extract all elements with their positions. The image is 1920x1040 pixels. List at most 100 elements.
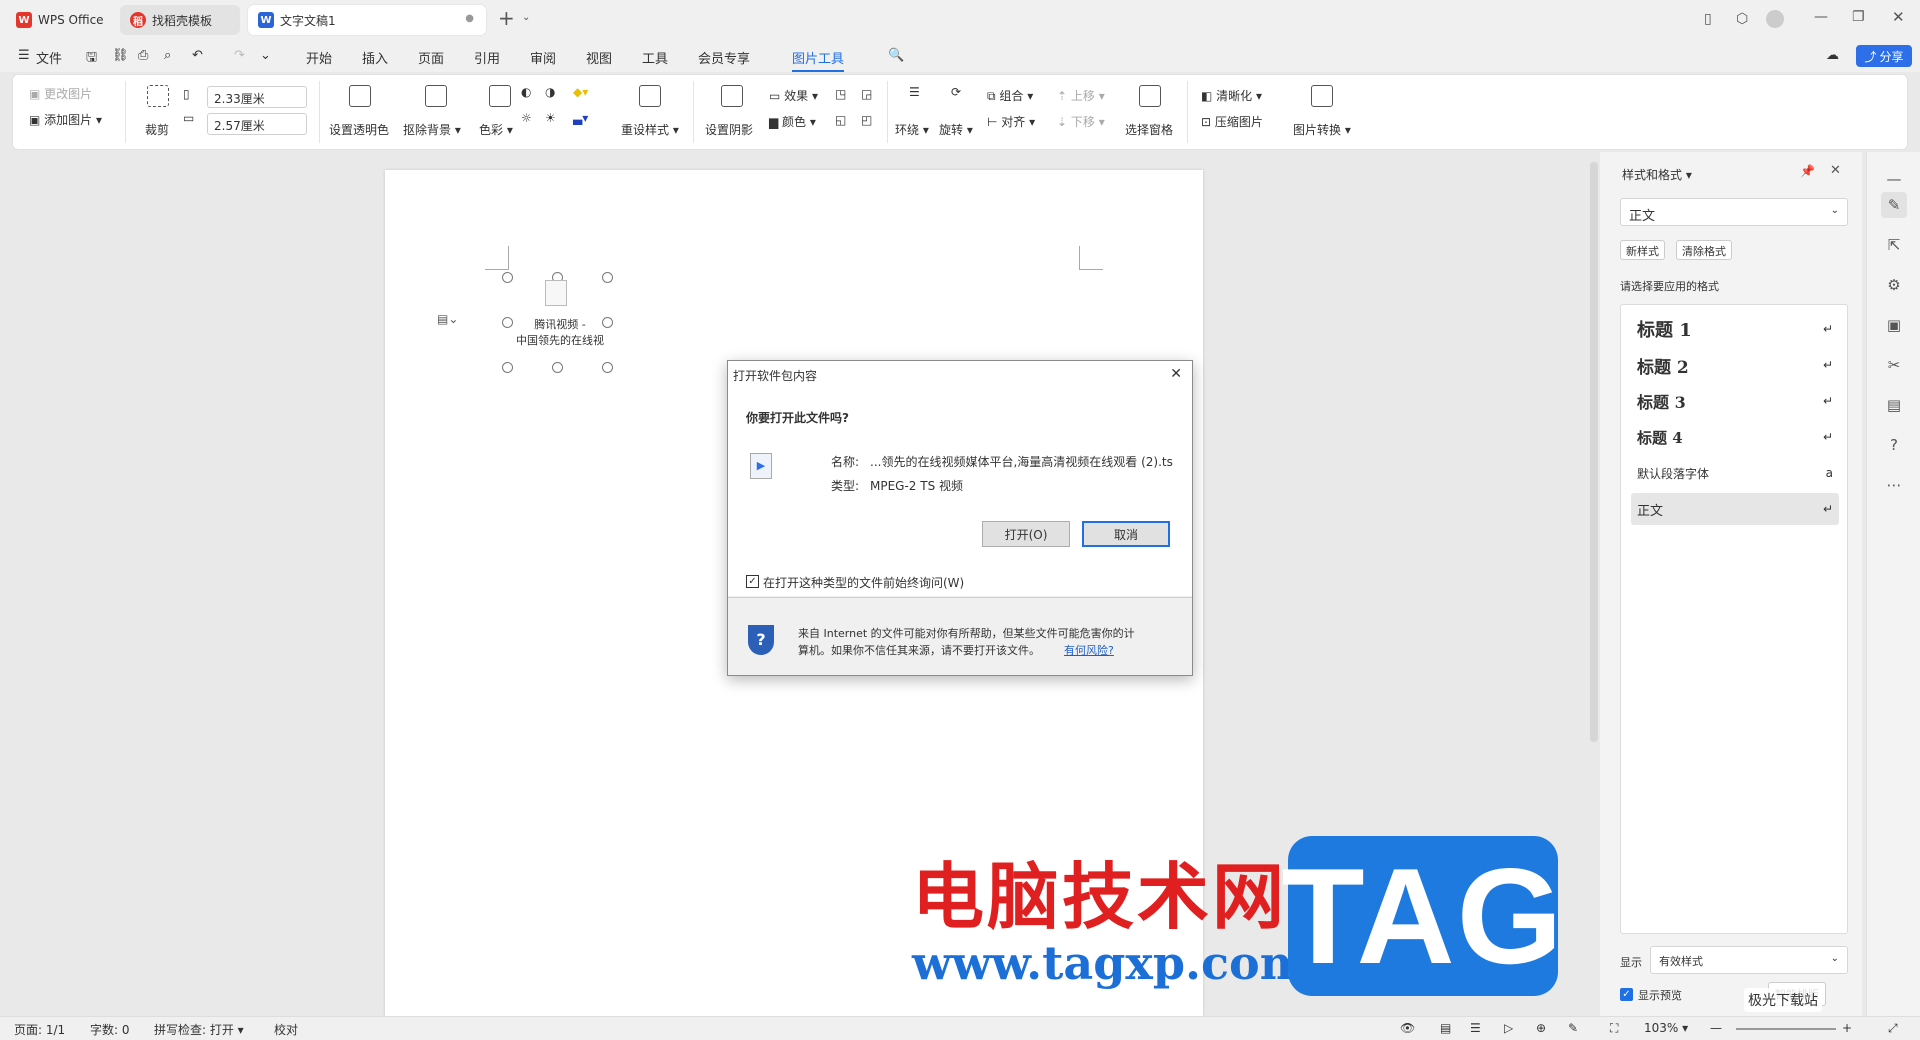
height-input[interactable]: 2.57厘米 xyxy=(207,113,307,135)
menu-reference[interactable]: 引用 xyxy=(474,48,500,67)
minimize-icon[interactable]: — xyxy=(1814,9,1828,25)
risk-link[interactable]: 有何风险? xyxy=(1064,642,1114,658)
menu-file[interactable]: 文件 xyxy=(36,48,62,67)
link-icon[interactable]: ⛓ xyxy=(112,48,129,63)
clear-format-button[interactable]: 清除格式 xyxy=(1676,240,1732,260)
change-picture-button[interactable]: ▣ 更改图片 xyxy=(29,85,92,102)
outline-view-icon[interactable]: ☰ xyxy=(1470,1021,1481,1035)
set-transparent-button[interactable]: 设置透明色 xyxy=(329,121,389,138)
save-icon[interactable]: 🖫 xyxy=(86,48,97,70)
compress-picture-button[interactable]: ⊡ 压缩图片 xyxy=(1201,113,1263,130)
resize-handle[interactable] xyxy=(602,317,613,328)
close-tab-icon[interactable]: ● xyxy=(465,13,474,24)
zoom-slider[interactable] xyxy=(1736,1028,1836,1030)
zoom-out-icon[interactable]: — xyxy=(1710,1021,1722,1035)
style-item-heading2[interactable]: 标题 2 ↵ xyxy=(1631,349,1839,381)
add-picture-button[interactable]: ▣ 添加图片 ▾ xyxy=(29,111,102,128)
resize-handle[interactable] xyxy=(602,362,613,373)
sharpen-button[interactable]: ◧ 清晰化 ▾ xyxy=(1201,87,1262,104)
tab-template[interactable]: 稻 找稻壳模板 xyxy=(120,5,240,35)
dialog-close-icon[interactable]: ✕ xyxy=(1170,366,1182,382)
zoom-in-icon[interactable]: + xyxy=(1842,1021,1852,1035)
menu-insert[interactable]: 插入 xyxy=(362,48,388,67)
tab-wps-office[interactable]: W WPS Office xyxy=(6,5,114,35)
set-shadow-button[interactable]: 设置阴影 xyxy=(705,121,753,138)
show-select[interactable]: 有效样式 ⌄ xyxy=(1650,946,1848,974)
menu-review[interactable]: 审阅 xyxy=(530,48,556,67)
cancel-button[interactable]: 取消 xyxy=(1082,521,1170,547)
zoom-level[interactable]: 103% ▾ xyxy=(1644,1021,1688,1035)
show-preview-checkbox[interactable]: ✓ xyxy=(1620,988,1633,1001)
fill-color-button[interactable]: ▆ 颜色 ▾ xyxy=(769,113,816,130)
more-icon[interactable]: ⋯ xyxy=(1881,472,1907,498)
box-icon[interactable]: ⬡ xyxy=(1736,11,1748,27)
style-item-heading4[interactable]: 标题 4 ↵ xyxy=(1631,421,1839,453)
play-icon[interactable]: ▷ xyxy=(1504,1021,1513,1035)
panel-close-icon[interactable]: ✕ xyxy=(1830,163,1841,178)
adjust-icon[interactable]: ⚙ xyxy=(1881,272,1907,298)
style-item-default-font[interactable]: 默认段落字体 a xyxy=(1631,457,1839,489)
shadow-offset-4-icon[interactable]: ◰ xyxy=(861,113,872,127)
print-icon[interactable]: ⎙ xyxy=(138,48,148,63)
move-down-button[interactable]: ⇣ 下移 ▾ xyxy=(1057,113,1105,130)
contrast-down-icon[interactable]: ◑ xyxy=(545,85,555,99)
fullscreen-icon[interactable]: ⤢ xyxy=(1888,1021,1898,1036)
menu-start[interactable]: 开始 xyxy=(306,48,332,67)
book-icon[interactable]: ▤ xyxy=(1881,392,1907,418)
brightness-down-icon[interactable]: ☀ xyxy=(545,111,556,125)
fit-icon[interactable]: ⛶ xyxy=(1610,1021,1618,1036)
package-file-icon[interactable] xyxy=(545,280,567,306)
selection-pane-button[interactable]: 选择窗格 xyxy=(1125,121,1173,138)
page-view-icon[interactable]: ▤ xyxy=(1440,1021,1451,1035)
resize-handle[interactable] xyxy=(602,272,613,283)
web-view-icon[interactable]: ⊕ xyxy=(1536,1021,1546,1035)
shadow-offset-2-icon[interactable]: ◲ xyxy=(861,87,872,101)
edit-style-icon[interactable]: ✎ xyxy=(1881,192,1907,218)
resize-handle[interactable] xyxy=(552,362,563,373)
open-button[interactable]: 打开(O) xyxy=(982,521,1070,547)
shadow-offset-3-icon[interactable]: ◱ xyxy=(835,113,846,127)
remove-background-button[interactable]: 抠除背景 ▾ xyxy=(403,121,461,138)
wrap-button[interactable]: 环绕 ▾ xyxy=(895,121,929,138)
move-up-button[interactable]: ⇡ 上移 ▾ xyxy=(1057,87,1105,104)
crop-button[interactable]: 裁剪 xyxy=(145,121,169,138)
align-button[interactable]: ⊢ 对齐 ▾ xyxy=(987,113,1035,130)
always-ask-checkbox[interactable]: ✓ xyxy=(746,575,759,588)
color-button[interactable]: 色彩 ▾ xyxy=(479,121,513,138)
select-icon[interactable]: ⇱ xyxy=(1881,232,1907,258)
shadow-offset-icon[interactable]: ◳ xyxy=(835,87,846,101)
panel-title[interactable]: 样式和格式 ▾ xyxy=(1622,166,1692,183)
menu-picture-tools[interactable]: 图片工具 xyxy=(792,48,845,72)
menu-page[interactable]: 页面 xyxy=(418,48,444,67)
rotate-button[interactable]: 旋转 ▾ xyxy=(939,121,973,138)
share-button[interactable]: ⤴ 分享 xyxy=(1856,45,1912,67)
menu-tools[interactable]: 工具 xyxy=(642,48,668,67)
contrast-up-icon[interactable]: ◐ xyxy=(521,85,531,99)
current-style-select[interactable]: 正文 ⌄ xyxy=(1620,198,1848,226)
pen-icon[interactable]: ✎ xyxy=(1568,1021,1578,1035)
restore-icon[interactable]: ❐ xyxy=(1852,9,1865,25)
tab-document[interactable]: W 文字文稿1 ● xyxy=(248,5,486,35)
crop-icon[interactable] xyxy=(147,85,169,107)
group-button[interactable]: ⧉ 组合 ▾ xyxy=(987,87,1033,104)
brightness-up-icon[interactable]: ☼ xyxy=(521,111,532,125)
reset-style-button[interactable]: 重设样式 ▾ xyxy=(621,121,679,138)
close-icon[interactable]: ✕ xyxy=(1892,8,1905,26)
style-item-body[interactable]: 正文 ↵ xyxy=(1631,493,1839,525)
menu-member[interactable]: 会员专享 xyxy=(698,48,750,67)
resize-handle[interactable] xyxy=(502,272,513,283)
resize-handle[interactable] xyxy=(502,317,513,328)
new-tab-icon[interactable]: + xyxy=(498,8,515,28)
style-item-heading1[interactable]: 标题 1 ↵ xyxy=(1631,313,1839,345)
picture-convert-button[interactable]: 图片转换 ▾ xyxy=(1293,121,1351,138)
page-count[interactable]: 页面: 1/1 xyxy=(14,1021,65,1038)
image-edit-icon[interactable]: ▣ xyxy=(1881,312,1907,338)
eye-icon[interactable]: 👁 xyxy=(1400,1021,1415,1035)
layout-icon[interactable]: ▯ xyxy=(1704,11,1712,27)
collapse-icon[interactable]: — xyxy=(1881,166,1907,192)
effect-button[interactable]: ▭ 效果 ▾ xyxy=(769,87,818,104)
hamburger-icon[interactable]: ☰ xyxy=(18,48,30,63)
spell-check[interactable]: 拼写检查: 打开 ▾ xyxy=(154,1021,244,1038)
layout-options-icon[interactable]: ▤⌄ xyxy=(437,312,458,326)
print-preview-icon[interactable]: ⌕ xyxy=(164,48,171,63)
